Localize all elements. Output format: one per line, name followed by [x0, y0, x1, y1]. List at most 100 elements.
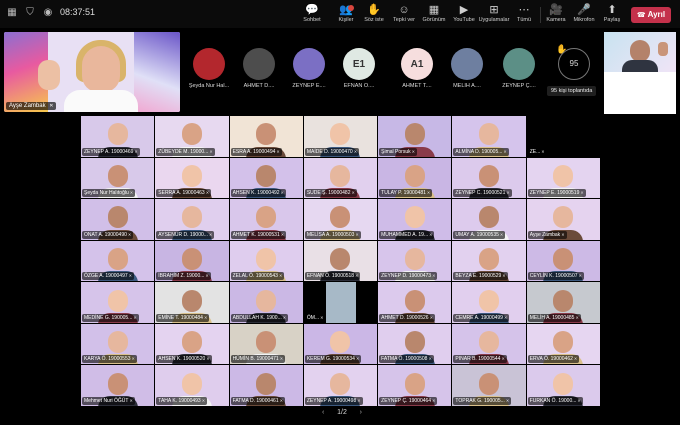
chat-icon: 💬	[305, 4, 319, 16]
participant-avatar[interactable]: MELİH A....	[444, 48, 490, 89]
participant-video-tile[interactable]: FATMA D. 19000461✕	[229, 365, 303, 406]
youtube-button[interactable]: ▶ YouTube	[447, 4, 481, 24]
participant-video-tile[interactable]: UMAY A. 19000535✕	[452, 199, 526, 240]
participant-avatar[interactable]: Şeyda Nur Hal...	[186, 48, 232, 89]
participant-avatar[interactable]: ZEYNEP E....	[286, 48, 332, 89]
participant-video-tile[interactable]: TOPRAK G. 190005...✕	[452, 365, 526, 406]
participant-name-tag: AHMET D. 19000526✕	[379, 313, 435, 322]
participant-video-tile[interactable]: ZEYNEP A. 19000469✕	[81, 116, 155, 157]
participant-video-tile[interactable]: ZÜBEYDE M. 19000...✕	[155, 116, 229, 157]
participant-video-tile[interactable]: ZELAL Ö. 19000543✕	[229, 240, 303, 282]
participant-video-tile[interactable]: TAHA K. 19000493✕	[155, 365, 229, 406]
participant-name-tag: MELİH A. 19000485✕	[527, 313, 581, 322]
participant-video-tile[interactable]: ZEYNEP D. 19000473✕	[378, 240, 452, 282]
mic-muted-icon: ✕	[432, 273, 436, 279]
participant-video-tile[interactable]: ZE...✕	[526, 116, 600, 157]
participant-video-tile[interactable]: EMİNE T. 19000484✕	[155, 282, 229, 323]
shield-icon[interactable]: ⛉	[24, 6, 36, 18]
participant-name-tag: PINAR B. 19000544✕	[453, 355, 507, 364]
more-button[interactable]: ⋯ Tümü	[507, 4, 541, 24]
participant-video-tile[interactable]: MELİH A. 19000485✕	[526, 282, 600, 323]
participant-video-tile[interactable]: Mehmet Nuri ÖĞÜT✕	[81, 365, 155, 406]
participant-name: ZEYNEP E. 19000519	[529, 190, 580, 197]
participant-video-tile[interactable]: ESRA A. 19000494✕	[229, 116, 303, 157]
apps-button[interactable]: ⊞ Uygulamalar	[477, 4, 511, 24]
more-participants-button[interactable]: 95	[558, 48, 590, 80]
participant-name: KEREM G. 19000534	[306, 356, 355, 363]
self-view-video[interactable]	[604, 32, 676, 72]
leave-button[interactable]: ☎ Ayrıl	[631, 7, 671, 23]
participant-video-tile[interactable]: HÜMİN B. 19000471✕	[229, 323, 303, 365]
share-button[interactable]: ⬆ Paylaş	[595, 4, 629, 24]
chat-button[interactable]: 💬 Sohbet	[295, 4, 329, 24]
participant-video-tile[interactable]: MAİDE D. 19000470✕	[303, 116, 378, 157]
mic-muted-icon: ✕	[279, 398, 283, 403]
participant-video-tile[interactable]: EFNAN Ö. 19000518✕	[303, 240, 378, 282]
participant-avatar[interactable]: E1 EFNAN Ö....	[336, 48, 382, 89]
participant-face	[330, 248, 351, 270]
previous-page-icon[interactable]: ‹	[322, 409, 324, 416]
participant-name: AHMET D....	[243, 83, 275, 89]
youtube-icon: ▶	[459, 4, 469, 16]
mic-muted-icon: ✕	[280, 190, 284, 196]
participant-video-tile[interactable]: AYSENUR D. 19000...✕	[155, 199, 229, 240]
share-icon: ⬆	[607, 4, 617, 16]
participant-video-tile[interactable]: SUDE Ş. 19000482✕	[303, 157, 378, 199]
participant-video-tile[interactable]: Şimal Porsuk✕	[378, 116, 452, 157]
participant-video-tile[interactable]: AHSEN K. 19000520✕	[155, 323, 229, 365]
view-icon: ▦	[428, 4, 440, 16]
participant-video-tile[interactable]: Şeyda Nur Halıtoğlu✕	[81, 157, 155, 199]
participant-video-tile[interactable]: ERVA Ö. 19000462✕	[526, 323, 600, 365]
participant-name: MUHAMMED A. 19...	[381, 231, 429, 238]
participant-face	[479, 248, 500, 270]
participant-face	[256, 289, 277, 312]
participant-video-tile[interactable]: ONAT A. 19000490✕	[81, 199, 155, 240]
participant-video-tile[interactable]: ÖM...✕	[303, 282, 378, 323]
participant-video-tile[interactable]: MUHAMMED A. 19...✕	[378, 199, 452, 240]
participant-video-tile[interactable]: FURKAN Ö. 19000...✕	[526, 365, 600, 406]
meeting-status-area: ▦ ⛉ ◉ 08:37:51	[6, 6, 95, 18]
react-button[interactable]: ☺ Tepki ver	[387, 4, 421, 24]
participant-video-tile[interactable]: ALMİNA D. 190005...✕	[452, 116, 526, 157]
participant-name-tag: SERRA A. 19000463✕	[156, 189, 212, 198]
participant-face	[330, 164, 351, 187]
participant-video-tile[interactable]: AHMET K. 19000531✕	[229, 199, 303, 240]
view-button[interactable]: ▦ Görünüm	[417, 4, 451, 24]
participant-video-tile[interactable]: CEMRE A. 19000499✕	[452, 282, 526, 323]
participant-face	[107, 289, 128, 312]
participant-video-tile[interactable]: KARYA Ö. 19000553✕	[81, 323, 155, 365]
mic-muted-icon: ✕	[276, 148, 280, 154]
participant-video-tile[interactable]: ZEYNEP A. 19000498✕	[303, 365, 378, 406]
participant-video-tile[interactable]: TULAY P. 19000481✕	[378, 157, 452, 199]
participant-video-tile[interactable]: MEDİNE G. 190005...✕	[81, 282, 155, 323]
participant-video-tile[interactable]: SERRA A. 19000463✕	[155, 157, 229, 199]
participant-video-tile[interactable]: PINAR B. 19000544✕	[452, 323, 526, 365]
participant-video-tile[interactable]: ZEYNEP E. 19000519✕	[526, 157, 600, 199]
grid-icon[interactable]: ▦	[6, 6, 18, 18]
participant-video-tile[interactable]: İBRAHİM Z. 19000...✕	[155, 240, 229, 282]
participant-video-tile[interactable]: ABDULLAH K. 1900...✕	[229, 282, 303, 323]
react-label: Tepki ver	[392, 17, 415, 23]
participant-avatar[interactable]: ZEYNEP Ç....	[496, 48, 542, 89]
raise-button[interactable]: ✋ Söz iste	[357, 4, 391, 24]
participant-video-tile[interactable]: BEYZA E. 19000529✕	[452, 240, 526, 282]
participant-video-tile[interactable]: ÖZGE A. 19000497✕	[81, 240, 155, 282]
participant-face	[181, 331, 202, 354]
participant-video-tile[interactable]: KEREM G. 19000534✕	[303, 323, 378, 365]
participant-video-tile[interactable]: FATMA Ö. 19000508✕	[378, 323, 452, 365]
participant-video-tile[interactable]: AHMET D. 19000526✕	[378, 282, 452, 323]
participant-video-tile[interactable]: Ayşe Zambak✕	[526, 199, 600, 240]
participant-video-tile[interactable]: ZEYNEP C. 19000521✕	[452, 157, 526, 199]
featured-speaker-video[interactable]: Ayşe Zambak ✕	[4, 32, 180, 112]
participant-video-tile[interactable]: CEYLİN K. 19000507✕	[526, 240, 600, 282]
self-face	[630, 40, 650, 62]
participant-video-tile[interactable]: MELİSA A. 19000503✕	[303, 199, 378, 240]
mic-muted-icon: ✕	[580, 190, 584, 196]
participant-video-tile[interactable]: AHSEN K. 19000492✕	[229, 157, 303, 199]
participant-avatar[interactable]: A1 AHMET T....	[394, 48, 440, 89]
participant-video-tile[interactable]: ZEYNEP Ç. 19000464✕	[378, 365, 452, 406]
participant-name-tag: ZE...✕	[527, 147, 547, 156]
participant-name-tag: AHSEN K. 19000520✕	[156, 355, 212, 364]
next-page-icon[interactable]: ›	[360, 409, 362, 416]
participant-avatar[interactable]: AHMET D....	[236, 48, 282, 89]
